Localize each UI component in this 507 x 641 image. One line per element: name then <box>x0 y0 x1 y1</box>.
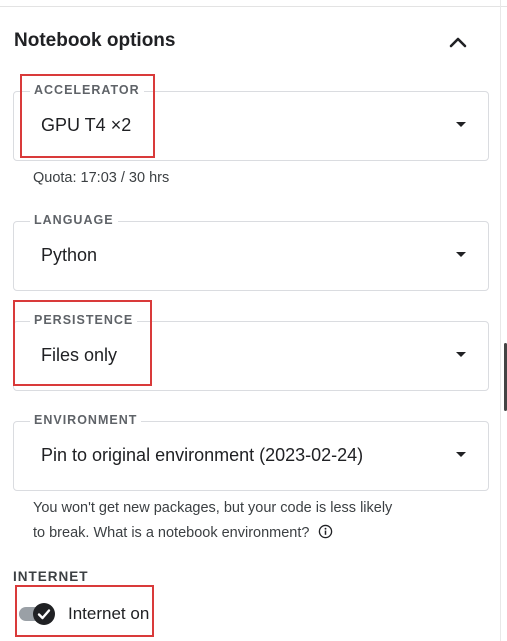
persistence-label: PERSISTENCE <box>30 313 138 327</box>
dropdown-caret-icon <box>456 352 466 357</box>
internet-toggle[interactable] <box>19 603 57 625</box>
environment-help-line2[interactable]: to break. What is a notebook environment… <box>33 525 309 541</box>
panel-edge <box>500 0 501 641</box>
accelerator-select[interactable]: ACCELERATOR GPU T4 ×2 <box>13 83 489 161</box>
accelerator-value: GPU T4 ×2 <box>41 115 132 135</box>
environment-help-line1: You won't get new packages, but your cod… <box>33 500 393 516</box>
dropdown-caret-icon <box>456 452 466 457</box>
accelerator-label: ACCELERATOR <box>30 83 144 97</box>
environment-select[interactable]: ENVIRONMENT Pin to original environment … <box>13 413 489 491</box>
environment-help-line2-wrap: to break. What is a notebook environment… <box>33 524 333 543</box>
language-select[interactable]: LANGUAGE Python <box>13 213 489 291</box>
dropdown-caret-icon <box>456 122 466 127</box>
language-value: Python <box>41 245 98 265</box>
environment-label: ENVIRONMENT <box>30 413 142 427</box>
notebook-options-panel: Notebook options ACCELERATOR GPU T4 ×2 Q… <box>0 0 507 641</box>
chevron-up-icon[interactable] <box>446 30 470 54</box>
section-title: Notebook options <box>14 30 176 51</box>
checkmark-icon <box>33 603 55 625</box>
internet-heading: INTERNET <box>13 569 89 584</box>
dropdown-caret-icon <box>456 252 466 257</box>
accelerator-quota: Quota: 17:03 / 30 hrs <box>33 170 170 186</box>
environment-value: Pin to original environment (2023-02-24) <box>41 445 364 465</box>
info-icon[interactable] <box>318 524 333 543</box>
persistence-value: Files only <box>41 345 118 365</box>
persistence-select[interactable]: PERSISTENCE Files only <box>13 313 489 391</box>
top-divider <box>0 6 507 7</box>
language-label: LANGUAGE <box>30 213 118 227</box>
internet-toggle-label: Internet on <box>68 604 150 623</box>
